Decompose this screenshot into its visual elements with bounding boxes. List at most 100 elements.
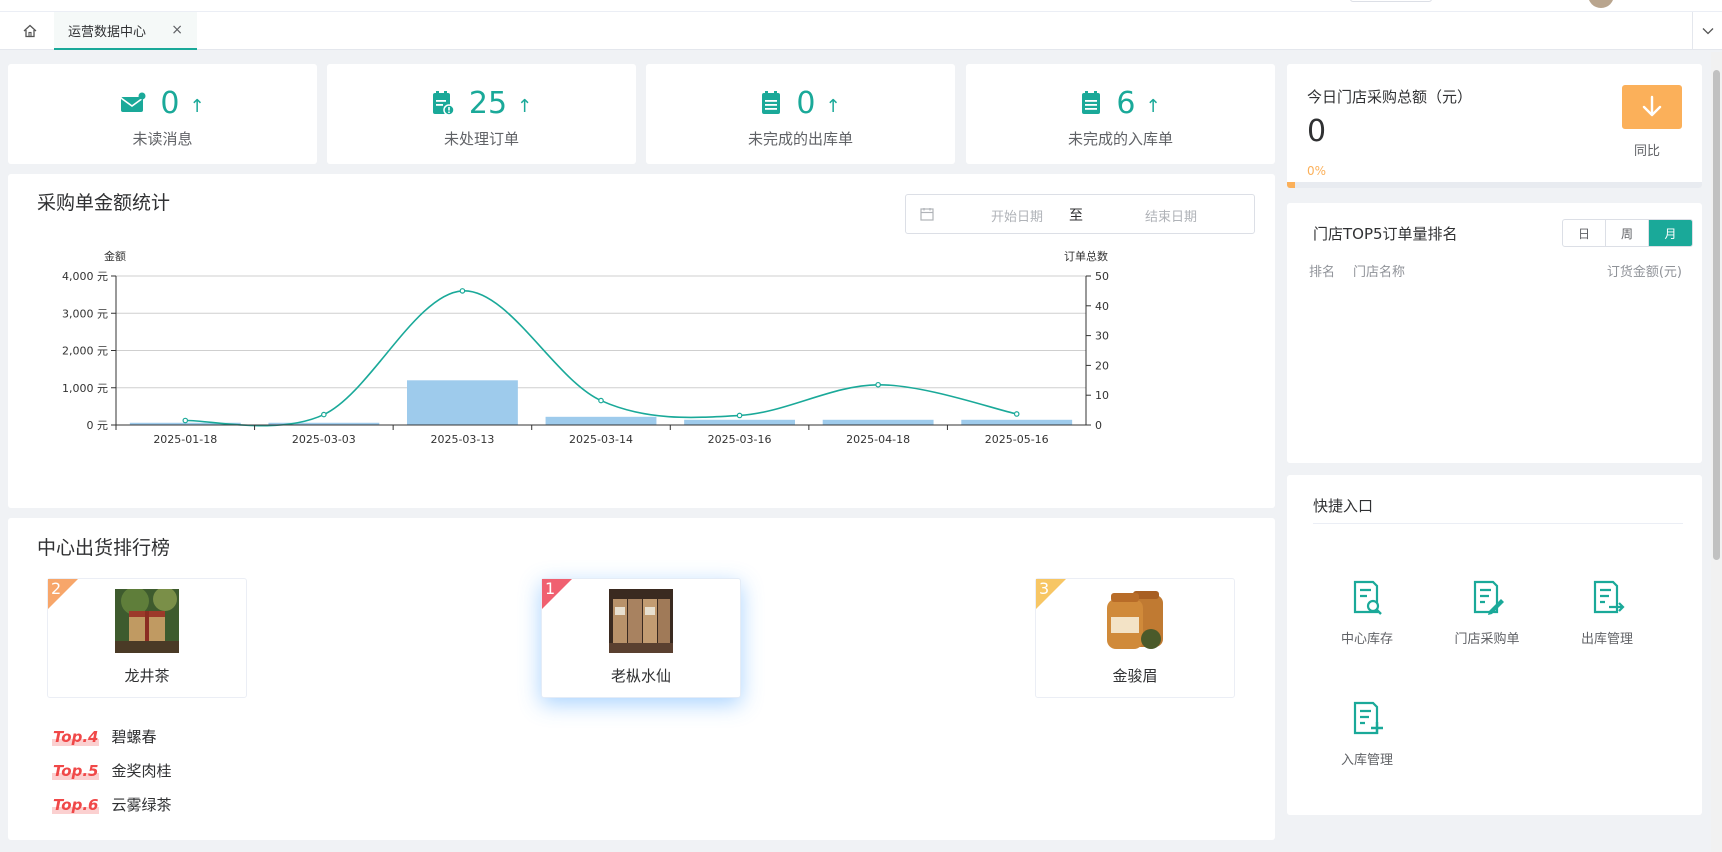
segment-day[interactable]: 日: [1563, 220, 1606, 246]
rank-card-1[interactable]: 1 老枞水仙: [541, 578, 741, 698]
date-range-picker[interactable]: 开始日期 至 结束日期: [905, 194, 1255, 234]
stat-card-unread-messages[interactable]: 0 ↑ 未读消息: [8, 64, 317, 164]
product-name: 云雾绿茶: [111, 796, 172, 814]
list-item[interactable]: Top.4 碧螺春: [52, 726, 157, 747]
today-percent: 0%: [1307, 164, 1327, 178]
rank-card-3[interactable]: 3 金骏眉: [1035, 578, 1235, 698]
x-tick-label: 2025-04-18: [846, 433, 910, 446]
tab-operations-center[interactable]: 运营数据中心 ×: [54, 12, 197, 50]
home-tab[interactable]: [14, 18, 46, 44]
document-export-icon: [1593, 580, 1625, 614]
segment-month[interactable]: 月: [1649, 220, 1692, 246]
document-search-icon: [1353, 580, 1382, 615]
close-icon[interactable]: ×: [171, 22, 183, 38]
up-arrow-icon: ↑: [189, 95, 205, 117]
line-point: [875, 381, 881, 388]
today-title: 今日门店采购总额（元）: [1307, 88, 1473, 106]
purchase-amount-chart: 0 元 1,000 元 2,000 元 3,000 元 4,000 元 0 10 20 30 40…: [62, 249, 1109, 446]
quick-entry-label: 门店采购单: [1454, 632, 1520, 647]
calendar-icon: [920, 208, 934, 221]
top-header: [0, 0, 1722, 12]
list-item[interactable]: Top.6 云雾绿茶: [52, 794, 172, 815]
stat-value: 6: [1116, 85, 1136, 121]
line-point: [1013, 411, 1020, 417]
tabs-dropdown-button[interactable]: [1692, 12, 1722, 50]
y-tick-label: 4,000 元: [62, 270, 108, 283]
line-point: [598, 397, 604, 404]
y2-tick-label: 40: [1095, 300, 1109, 313]
x-tick-label: 2025-01-18: [153, 433, 217, 446]
y-axis-label: 金额: [104, 249, 126, 263]
up-arrow-icon: ↑: [1145, 95, 1161, 117]
quick-entry-title: 快捷入口: [1313, 497, 1374, 515]
rank-number: 1: [545, 579, 556, 598]
bar: [545, 416, 657, 425]
quick-entry-store-purchase[interactable]: 门店采购单: [1442, 578, 1532, 647]
stat-value: 0: [796, 85, 816, 121]
stat-label: 未完成的出库单: [747, 130, 853, 148]
end-date-input[interactable]: 结束日期: [1126, 206, 1216, 225]
product-image-longjing: [115, 589, 179, 653]
line-point: [321, 411, 327, 418]
product-image-laocong: [609, 589, 673, 653]
quick-entry-inbound[interactable]: 入库管理: [1322, 699, 1412, 768]
y-tick-label: 3,000 元: [62, 307, 108, 320]
quick-entry-label: 出库管理: [1580, 632, 1633, 647]
tab-bar: 运营数据中心 ×: [0, 12, 1722, 50]
clipboard-list-icon: [762, 91, 781, 114]
clipboard-alert-icon: [432, 91, 455, 116]
product-name: 龙井茶: [124, 667, 170, 685]
rank-card-2[interactable]: 2 龙井茶: [47, 578, 247, 698]
chart-labels: 0 元 1,000 元 2,000 元 3,000 元 4,000 元 0 10 20 30 40…: [62, 249, 1109, 446]
rank-tag: Top.4: [52, 727, 100, 746]
rank-number: 3: [1039, 579, 1050, 598]
bar: [407, 380, 518, 425]
today-progress-fill: [1287, 182, 1295, 188]
y2-axis-label: 订单总数: [1064, 249, 1108, 263]
quick-entry-center-inventory[interactable]: 中心库存: [1322, 578, 1412, 647]
product-name: 碧螺春: [111, 728, 157, 746]
chart-line: [182, 288, 1020, 427]
header-search-input[interactable]: [1350, 0, 1432, 2]
quick-entry-label: 入库管理: [1340, 753, 1393, 768]
product-name: 老枞水仙: [610, 667, 671, 685]
segment-week[interactable]: 周: [1606, 220, 1649, 246]
stat-value: 25: [468, 85, 508, 121]
scrollbar-thumb[interactable]: [1713, 70, 1720, 560]
y-tick-label: 0 元: [87, 419, 109, 432]
stat-card-pending-inbound[interactable]: 6 ↑ 未完成的入库单: [966, 64, 1275, 164]
column-amount: 订货金额(元): [1606, 265, 1682, 280]
y-tick-label: 1,000 元: [62, 382, 108, 395]
quick-entry-label: 中心库存: [1340, 632, 1393, 647]
rank-tag: Top.6: [52, 795, 100, 814]
bar: [961, 419, 1073, 425]
product-name: 金骏眉: [1112, 667, 1158, 685]
x-tick-label: 2025-05-16: [985, 433, 1049, 446]
page-scrollbar[interactable]: [1711, 52, 1722, 852]
up-arrow-icon: ↑: [825, 95, 841, 117]
purchase-chart-title: 采购单金额统计: [37, 192, 171, 214]
ranking-title: 中心出货排行榜: [37, 537, 171, 559]
line-point: [459, 288, 466, 294]
x-tick-label: 2025-03-16: [708, 433, 772, 446]
list-item[interactable]: Top.5 金奖肉桂: [52, 760, 172, 781]
line-point: [736, 412, 743, 419]
yoy-badge: [1622, 85, 1682, 129]
stat-value: 0: [160, 85, 180, 121]
stat-label: 未处理订单: [443, 130, 519, 148]
y2-tick-label: 0: [1095, 419, 1102, 432]
x-tick-label: 2025-03-03: [292, 433, 356, 446]
stat-card-unprocessed-orders[interactable]: 25 ↑ 未处理订单: [327, 64, 636, 164]
column-store: 门店名称: [1353, 265, 1406, 280]
today-progress-track: [1287, 182, 1702, 188]
stat-label: 未读消息: [132, 130, 193, 148]
yoy-label: 同比: [1633, 144, 1660, 159]
stat-label: 未完成的入库单: [1067, 130, 1173, 148]
quick-entry-outbound[interactable]: 出库管理: [1562, 578, 1652, 647]
stat-card-pending-outbound[interactable]: 0 ↑ 未完成的出库单: [646, 64, 955, 164]
document-edit-icon: [1473, 580, 1504, 615]
bar: [822, 419, 934, 425]
tab-label: 运营数据中心: [68, 24, 147, 40]
start-date-input[interactable]: 开始日期: [972, 206, 1062, 225]
avatar[interactable]: [1588, 0, 1614, 8]
